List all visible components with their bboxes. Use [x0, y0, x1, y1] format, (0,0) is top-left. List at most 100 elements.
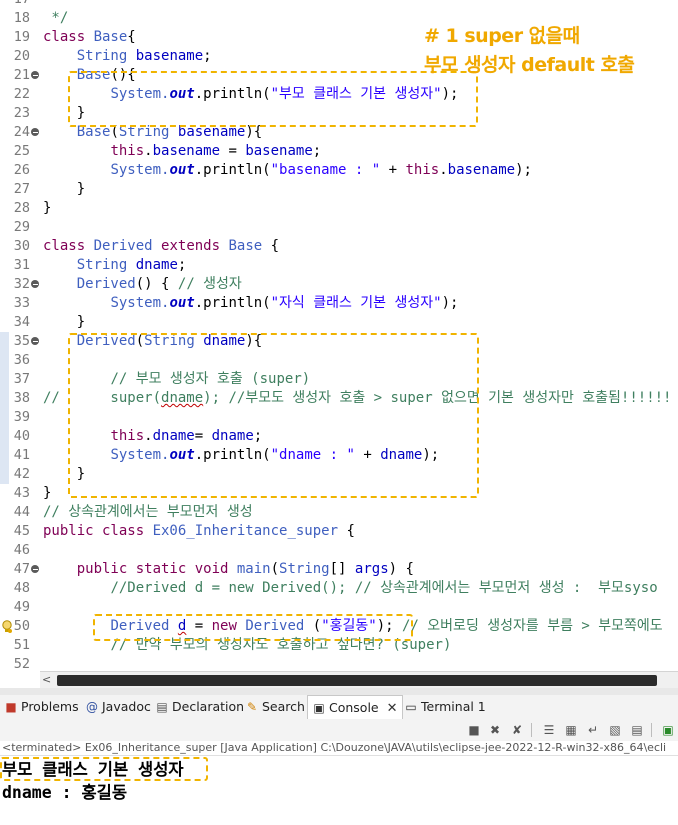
- terminal-icon: ▭: [405, 700, 417, 714]
- code-line[interactable]: 33 System.out.println("자식 클래스 기본 생성자");: [0, 294, 678, 313]
- code-line[interactable]: 41 System.out.println("dname : " + dname…: [0, 446, 678, 465]
- code-text: System.out.println("basename : " + this.…: [43, 161, 532, 180]
- code-token: Derived: [245, 618, 305, 634]
- code-token: Derived: [93, 238, 153, 254]
- code-line[interactable]: 45 public class Ex06_Inheritance_super {: [0, 522, 678, 541]
- scroll-lock-icon[interactable]: ▦: [563, 722, 579, 738]
- remove-launch-icon[interactable]: ✖: [487, 722, 503, 738]
- clear-console-icon[interactable]: ☰: [541, 722, 557, 738]
- fold-toggle-icon[interactable]: [31, 128, 39, 136]
- line-number: 39: [13, 409, 30, 425]
- code-text: }: [43, 104, 85, 123]
- code-line[interactable]: 36: [0, 351, 678, 370]
- code-token: //Derived d = new Derived(); // 상속관계에서는 …: [110, 580, 658, 596]
- code-token: basename: [177, 124, 246, 140]
- line-number: 22: [13, 86, 30, 102]
- tab-console[interactable]: ▣ Console ✕: [307, 695, 403, 719]
- code-token: public static void: [76, 561, 237, 577]
- new-console-icon[interactable]: ▣: [660, 722, 676, 738]
- scrollbar-thumb[interactable]: [57, 675, 657, 686]
- code-text: Base(){: [43, 66, 136, 85]
- code-line[interactable]: 37 // 부모 생성자 호출 (super): [0, 370, 678, 389]
- code-line[interactable]: 28}: [0, 199, 678, 218]
- code-text: }: [43, 465, 85, 484]
- code-line[interactable]: 30 class Derived extends Base {: [0, 237, 678, 256]
- code-line[interactable]: 50 Derived d = new Derived ("홍길동"); // 오…: [0, 617, 678, 636]
- code-token: +: [354, 447, 381, 463]
- horizontal-scrollbar[interactable]: <: [40, 671, 678, 688]
- code-token: args: [354, 561, 389, 577]
- code-line[interactable]: 49: [0, 598, 678, 617]
- word-wrap-icon[interactable]: ↵: [585, 722, 601, 738]
- code-line[interactable]: 23 }: [0, 104, 678, 123]
- code-line[interactable]: 32 Derived() { // 생성자: [0, 275, 678, 294]
- code-token: String: [279, 561, 330, 577]
- code-token: String: [144, 333, 195, 349]
- code-line[interactable]: 42 }: [0, 465, 678, 484]
- scroll-left-icon[interactable]: <: [42, 673, 51, 686]
- display-console-icon[interactable]: ▤: [629, 722, 645, 738]
- code-line[interactable]: 52: [0, 655, 678, 670]
- code-token: (: [304, 618, 322, 634]
- code-line[interactable]: 40 this.dname= dname;: [0, 427, 678, 446]
- javadoc-icon: @: [86, 700, 98, 714]
- code-line[interactable]: 31 String dname;: [0, 256, 678, 275]
- code-line[interactable]: 39: [0, 408, 678, 427]
- code-line[interactable]: 26 System.out.println("basename : " + th…: [0, 161, 678, 180]
- code-editor[interactable]: 1718 */19class Base{20 String basename;2…: [0, 0, 678, 670]
- line-number: 31: [13, 257, 30, 273]
- code-line[interactable]: 35 Derived(String dname){: [0, 332, 678, 351]
- tab-terminal[interactable]: ▭ Terminal 1: [404, 695, 485, 719]
- code-line[interactable]: 17: [0, 0, 678, 9]
- line-number: 17: [0, 0, 30, 9]
- code-token: "홍길동": [321, 618, 377, 634]
- scroll-corner: [0, 671, 40, 688]
- console-launch-info: <terminated> Ex06_Inheritance_super [Jav…: [0, 741, 678, 756]
- code-line[interactable]: 25 this.basename = basename;: [0, 142, 678, 161]
- line-number: 43: [13, 485, 30, 501]
- tab-javadoc[interactable]: @ Javadoc: [85, 695, 151, 719]
- remove-all-icon[interactable]: ✘: [509, 722, 525, 738]
- code-token: "dname : ": [270, 447, 355, 463]
- code-line[interactable]: 43}: [0, 484, 678, 503]
- code-line[interactable]: 38 // super(dname); //부모도 생성자 호출 > super …: [0, 389, 678, 408]
- code-token: System.: [110, 295, 170, 311]
- tab-search[interactable]: ✎ Search: [245, 695, 305, 719]
- code-line[interactable]: 47 public static void main(String[] args…: [0, 560, 678, 579]
- annotation-subtitle: 부모 생성자 default 호출: [424, 54, 635, 76]
- fold-toggle-icon[interactable]: [31, 565, 39, 573]
- code-line[interactable]: 48 //Derived d = new Derived(); // 상속관계에…: [0, 579, 678, 598]
- fold-toggle-icon[interactable]: [31, 280, 39, 288]
- tab-problems[interactable]: ■ Problems: [4, 695, 78, 719]
- problems-icon: ■: [5, 700, 17, 714]
- console-output[interactable]: 부모 클래스 기본 생성자 dname : 홍길동: [0, 757, 678, 825]
- fold-toggle-icon[interactable]: [31, 337, 39, 345]
- code-line[interactable]: 34 }: [0, 313, 678, 332]
- close-icon[interactable]: ✕: [387, 701, 398, 716]
- fold-toggle-icon[interactable]: [31, 71, 39, 79]
- code-token: ;: [203, 48, 212, 64]
- code-text: public class Ex06_Inheritance_super {: [43, 522, 355, 541]
- code-token: "basename : ": [270, 162, 381, 178]
- console-output-line: dname : 홍길동: [2, 783, 128, 802]
- code-line[interactable]: 46: [0, 541, 678, 560]
- panel-divider[interactable]: [0, 688, 678, 695]
- code-line[interactable]: 44 // 상속관계에서는 부모먼저 생성: [0, 503, 678, 522]
- tab-declaration[interactable]: ▤ Declaration: [155, 695, 244, 719]
- code-line[interactable]: 27 }: [0, 180, 678, 199]
- code-line[interactable]: 29: [0, 218, 678, 237]
- code-line[interactable]: 51 // 만약 부모의 생성자도 호출하고 싶다면? (super): [0, 636, 678, 655]
- line-number: 33: [13, 295, 30, 311]
- code-text: Derived() { // 생성자: [43, 275, 242, 294]
- terminate-icon[interactable]: ■: [466, 722, 482, 738]
- pin-console-icon[interactable]: ▧: [607, 722, 623, 738]
- code-token: .println(: [194, 447, 271, 463]
- code-token: ){: [245, 124, 263, 140]
- code-line[interactable]: 24 Base(String basename){: [0, 123, 678, 142]
- code-line[interactable]: 22 System.out.println("부모 클래스 기본 생성자");: [0, 85, 678, 104]
